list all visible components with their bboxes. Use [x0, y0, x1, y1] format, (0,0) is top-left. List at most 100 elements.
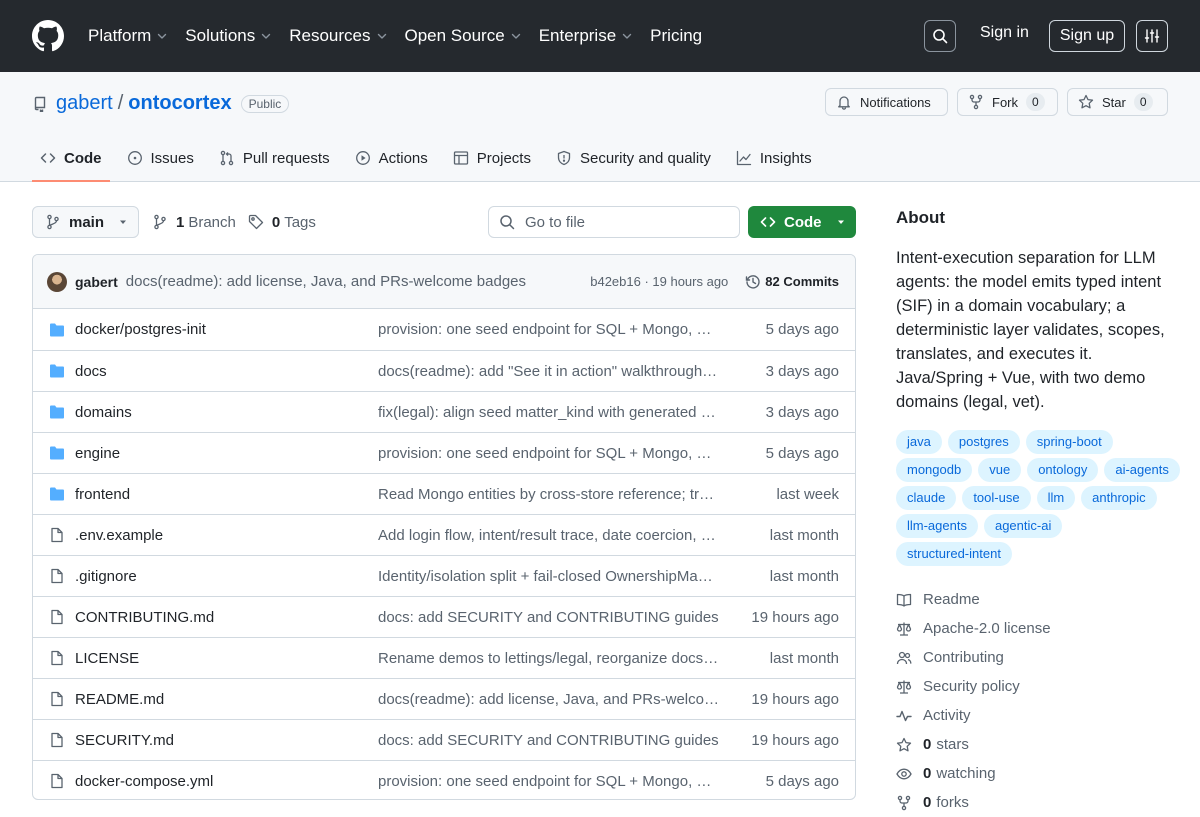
- tags-link[interactable]: 0 Tags: [248, 214, 316, 231]
- file-commit-message[interactable]: Add login flow, intent/result trace, dat…: [378, 527, 719, 544]
- file-row: SECURITY.md docs: add SECURITY and CONTRI…: [33, 719, 855, 760]
- topic-tag[interactable]: spring-boot: [1025, 430, 1113, 454]
- file-commit-date: 3 days ago: [765, 403, 839, 421]
- star-button[interactable]: Star 0: [1067, 88, 1168, 116]
- tab-code[interactable]: Code: [32, 136, 110, 182]
- branches-link[interactable]: 1 Branch: [152, 214, 236, 231]
- code-button[interactable]: Code: [748, 206, 856, 238]
- commits-link[interactable]: 82 Commits: [745, 274, 839, 290]
- folder-icon: [50, 446, 64, 460]
- topic-tag[interactable]: java: [896, 430, 942, 454]
- file-name-link[interactable]: LICENSE: [75, 650, 378, 667]
- sidebar-link-forks[interactable]: 0 forks: [896, 788, 1051, 817]
- tab-issues[interactable]: Issues: [119, 136, 202, 180]
- file-name-link[interactable]: engine: [75, 445, 378, 462]
- tab-projects[interactable]: Projects: [445, 136, 539, 180]
- sidebar-link-security-policy[interactable]: Security policy: [896, 672, 1051, 701]
- commit-author[interactable]: gabert: [75, 274, 118, 290]
- caret-down-icon: [120, 220, 127, 224]
- topic-tag[interactable]: vue: [978, 458, 1022, 482]
- law-icon: [896, 622, 912, 636]
- topic-tag[interactable]: tool-use: [962, 486, 1031, 510]
- file-name-link[interactable]: README.md: [75, 691, 378, 708]
- file-commit-message[interactable]: provision: one seed endpoint for SQL + M…: [378, 445, 719, 462]
- file-commit-message[interactable]: docs: add SECURITY and CONTRIBUTING guid…: [378, 609, 719, 626]
- file-name-link[interactable]: .gitignore: [75, 568, 378, 585]
- nav-label: Solutions: [185, 26, 256, 45]
- file-name-link[interactable]: domains: [75, 404, 378, 421]
- tab-security-and-quality[interactable]: Security and quality: [548, 136, 719, 180]
- topic-tag[interactable]: structured-intent: [896, 542, 1012, 566]
- file-row: LICENSE Rename demos to lettings/legal, r…: [33, 637, 855, 678]
- file-commit-message[interactable]: fix(legal): align seed matter_kind with …: [378, 404, 719, 421]
- sidebar-link-activity[interactable]: Activity: [896, 701, 1051, 730]
- branch-count: 1: [176, 213, 185, 231]
- repo-separator: /: [117, 92, 124, 114]
- file-row: CONTRIBUTING.md docs: add SECURITY and CO…: [33, 596, 855, 637]
- topic-tag[interactable]: llm-agents: [896, 514, 978, 538]
- file-commit-message[interactable]: Identity/isolation split + fail-closed O…: [378, 568, 719, 585]
- repo-owner-link[interactable]: gabert: [56, 92, 113, 115]
- tab-actions[interactable]: Actions: [347, 136, 436, 180]
- topic-tag[interactable]: claude: [896, 486, 957, 510]
- topic-tag[interactable]: postgres: [947, 430, 1020, 454]
- nav-solutions[interactable]: Solutions: [185, 26, 272, 46]
- file-name-link[interactable]: .env.example: [75, 527, 378, 544]
- repo-title: gabert / ontocortex Public: [32, 92, 290, 115]
- sidebar-link-watching[interactable]: 0 watching: [896, 759, 1051, 788]
- file-commit-message[interactable]: Rename demos to lettings/legal, reorgani…: [378, 650, 719, 667]
- sidebar-link-label: Apache-2.0 license: [923, 620, 1051, 637]
- nav-open-source[interactable]: Open Source: [405, 26, 522, 46]
- sign-in-link[interactable]: Sign in: [980, 24, 1029, 42]
- search-button[interactable]: [924, 20, 956, 52]
- sidebar-link-apache-2-0-license[interactable]: Apache-2.0 license: [896, 614, 1051, 643]
- history-icon: [746, 274, 760, 289]
- nav-label: Resources: [289, 26, 371, 45]
- commit-hash-time[interactable]: b42eb16 · 19 hours ago: [590, 274, 728, 289]
- github-logo-icon[interactable]: [32, 20, 64, 52]
- chevron-down-icon: [158, 33, 167, 39]
- topic-tag[interactable]: mongodb: [896, 458, 973, 482]
- commit-message[interactable]: docs(readme): add license, Java, and PRs…: [126, 273, 526, 290]
- file-name-link[interactable]: docker-compose.yml: [75, 773, 378, 790]
- nav-resources[interactable]: Resources: [289, 26, 387, 46]
- topic-tag[interactable]: llm: [1036, 486, 1076, 510]
- file-name-link[interactable]: docs: [75, 363, 378, 380]
- file-commit-message[interactable]: provision: one seed endpoint for SQL + M…: [378, 773, 719, 790]
- sidebar-link-readme[interactable]: Readme: [896, 585, 1051, 614]
- sign-up-button[interactable]: Sign up: [1049, 20, 1125, 52]
- avatar[interactable]: [47, 271, 67, 292]
- sidebar-link-contributing[interactable]: Contributing: [896, 643, 1051, 672]
- latest-commit-bar: gabert docs(readme): add license, Java, …: [33, 255, 855, 309]
- tab-insights[interactable]: Insights: [728, 136, 820, 180]
- branch-label: Branch: [188, 213, 236, 231]
- topic-tag[interactable]: ontology: [1027, 458, 1099, 482]
- file-commit-message[interactable]: provision: one seed endpoint for SQL + M…: [378, 321, 719, 338]
- notifications-button[interactable]: Notifications: [825, 88, 948, 116]
- tag-count: 0: [271, 213, 281, 231]
- topic-tag[interactable]: agentic-ai: [983, 514, 1063, 538]
- fork-button[interactable]: Fork 0: [957, 88, 1058, 116]
- branch-selector[interactable]: main: [32, 206, 139, 238]
- nav-label: Enterprise: [538, 26, 617, 45]
- tab-pull-requests[interactable]: Pull requests: [211, 136, 338, 180]
- file-commit-message[interactable]: docs(readme): add license, Java, and PRs…: [378, 691, 719, 708]
- nav-enterprise[interactable]: Enterprise: [539, 26, 633, 46]
- nav-pricing[interactable]: Pricing: [650, 26, 702, 46]
- topic-tag[interactable]: anthropic: [1081, 486, 1157, 510]
- menu-button[interactable]: [1136, 20, 1168, 52]
- file-name-link[interactable]: frontend: [75, 486, 378, 503]
- file-commit-message[interactable]: docs: add SECURITY and CONTRIBUTING guid…: [378, 732, 719, 749]
- file-icon: [51, 609, 63, 625]
- sidebar-link-stars[interactable]: 0 stars: [896, 730, 1051, 759]
- file-name-link[interactable]: docker/postgres-init: [75, 321, 378, 338]
- topic-tag[interactable]: ai-agents: [1104, 458, 1180, 482]
- repo-name-link[interactable]: ontocortex: [128, 92, 231, 115]
- file-commit-message[interactable]: docs(readme): add "See it in action" wal…: [378, 363, 719, 380]
- file-commit-message[interactable]: Read Mongo entities by cross-store refer…: [378, 486, 719, 503]
- go-to-file-input[interactable]: Go to file: [488, 206, 740, 238]
- file-name-link[interactable]: CONTRIBUTING.md: [75, 609, 378, 626]
- folder-row: domains fix(legal): align seed matter_kin…: [33, 391, 855, 432]
- file-name-link[interactable]: SECURITY.md: [75, 732, 378, 749]
- nav-platform[interactable]: Platform: [88, 26, 168, 46]
